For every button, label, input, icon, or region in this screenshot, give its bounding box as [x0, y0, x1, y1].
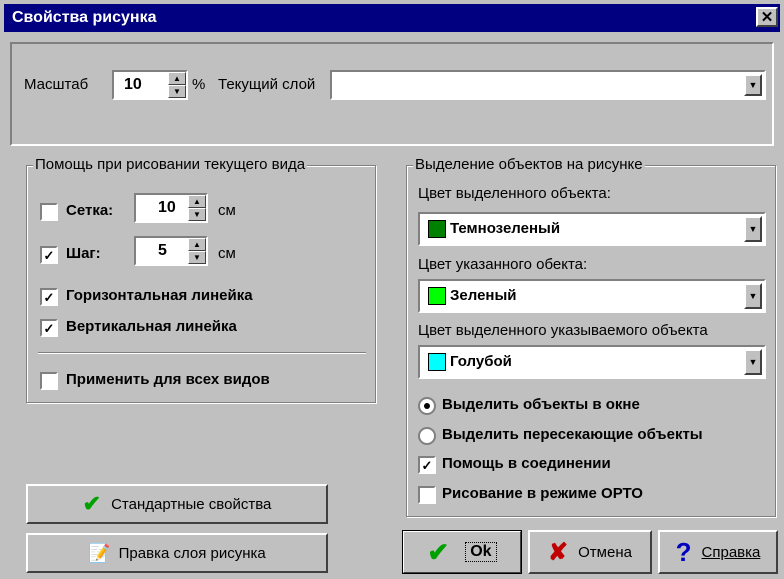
check-icon: ✔ — [427, 536, 450, 567]
chevron-down-icon[interactable]: ▼ — [744, 283, 762, 309]
radio-dot — [424, 403, 430, 409]
dialog-window: Свойства рисунка ✕ Масштаб 10 ▲ ▼ % Теку… — [0, 0, 784, 579]
scale-spin[interactable]: ▲ ▼ — [168, 72, 186, 98]
selpoint-color-label: Цвет выделенного указываемого объекта — [418, 322, 708, 339]
step-checkbox[interactable]: ✓ — [40, 246, 58, 264]
point-color-select[interactable]: Зеленый ▼ — [418, 279, 766, 313]
layer-select[interactable]: ▼ — [330, 70, 766, 100]
spin-up-icon[interactable]: ▲ — [188, 195, 206, 208]
spin-down-icon[interactable]: ▼ — [168, 85, 186, 98]
question-icon: ? — [675, 536, 692, 567]
defaults-button[interactable]: ✔ Стандартные свойства — [26, 484, 328, 524]
hruler-label: Горизонтальная линейка — [66, 287, 253, 304]
scale-unit: % — [192, 76, 206, 93]
selection-group-title: Выделение объектов на рисунке — [413, 156, 645, 173]
grid-spin[interactable]: ▲ ▼ — [188, 195, 206, 221]
check-mark-icon: ✓ — [43, 289, 55, 305]
radio-window[interactable] — [418, 397, 436, 415]
help-button-label: Справка — [701, 543, 761, 561]
radio-cross-label: Выделить пересекающие объекты — [442, 426, 703, 443]
selpoint-color-name: Голубой — [450, 353, 512, 370]
scale-label: Масштаб — [24, 76, 89, 93]
close-icon: ✕ — [760, 9, 774, 26]
selpoint-color-select[interactable]: Голубой ▼ — [418, 345, 766, 379]
selpoint-color-value: Голубой — [428, 353, 512, 372]
step-unit: см — [218, 245, 236, 262]
grid-stepper[interactable]: 10 ▲ ▼ — [134, 193, 208, 223]
cancel-button[interactable]: ✘ Отмена — [528, 530, 652, 574]
sel-color-name: Темнозеленый — [450, 220, 561, 237]
spin-up-icon[interactable]: ▲ — [188, 238, 206, 251]
sel-color-label: Цвет выделенного объекта: — [418, 185, 611, 202]
color-swatch — [428, 287, 446, 306]
step-spin[interactable]: ▲ ▼ — [188, 238, 206, 264]
point-color-label: Цвет указанного обекта: — [418, 256, 588, 273]
ortho-label: Рисование в режиме ОРТО — [442, 485, 643, 502]
grid-label: Сетка: — [66, 202, 114, 219]
step-label: Шаг: — [66, 245, 101, 262]
check-mark-icon: ✓ — [43, 247, 55, 263]
step-value: 5 — [158, 242, 167, 259]
grid-checkbox[interactable] — [40, 203, 58, 221]
vruler-checkbox[interactable]: ✓ — [40, 319, 58, 337]
document-edit-icon: 📝 — [88, 542, 111, 563]
scale-stepper[interactable]: 10 ▲ ▼ — [112, 70, 188, 100]
spin-down-icon[interactable]: ▼ — [188, 251, 206, 264]
hruler-checkbox[interactable]: ✓ — [40, 288, 58, 306]
color-swatch — [428, 353, 446, 372]
step-stepper[interactable]: 5 ▲ ▼ — [134, 236, 208, 266]
cancel-button-label: Отмена — [578, 543, 632, 561]
color-swatch — [428, 220, 446, 239]
sel-color-select[interactable]: Темнозеленый ▼ — [418, 212, 766, 246]
defaults-button-label: Стандартные свойства — [111, 495, 272, 513]
ok-button[interactable]: ✔ Ok — [402, 530, 522, 574]
edit-layer-button[interactable]: 📝 Правка слоя рисунка — [26, 533, 328, 573]
radio-window-label: Выделить объекты в окне — [442, 396, 640, 413]
grid-unit: см — [218, 202, 236, 219]
ok-button-label: Ok — [465, 542, 497, 562]
chevron-down-icon[interactable]: ▼ — [744, 349, 762, 375]
grid-value: 10 — [158, 199, 176, 216]
point-color-value: Зеленый — [428, 287, 517, 306]
check-icon: ✔ — [82, 491, 102, 516]
edit-layer-button-label: Правка слоя рисунка — [118, 544, 266, 562]
connect-help-label: Помощь в соединении — [442, 455, 611, 472]
close-button[interactable]: ✕ — [756, 7, 778, 27]
apply-all-checkbox[interactable] — [40, 372, 58, 390]
help-group-title: Помощь при рисовании текущего вида — [33, 156, 308, 173]
vruler-label: Вертикальная линейка — [66, 318, 237, 335]
spin-down-icon[interactable]: ▼ — [188, 208, 206, 221]
divider — [38, 352, 366, 354]
point-color-name: Зеленый — [450, 287, 517, 304]
scale-value: 10 — [124, 76, 142, 93]
sel-color-value: Темнозеленый — [428, 220, 561, 239]
check-mark-icon: ✓ — [421, 457, 433, 473]
layer-label: Текущий слой — [218, 76, 316, 93]
connect-help-checkbox[interactable]: ✓ — [418, 456, 436, 474]
window-title: Свойства рисунка — [12, 9, 157, 26]
ortho-checkbox[interactable] — [418, 486, 436, 504]
check-mark-icon: ✓ — [43, 320, 55, 336]
chevron-down-icon[interactable]: ▼ — [744, 216, 762, 242]
apply-all-label: Применить для всех видов — [66, 371, 270, 388]
help-button[interactable]: ? Справка — [658, 530, 778, 574]
title-bar[interactable]: Свойства рисунка ✕ — [4, 4, 780, 32]
radio-cross[interactable] — [418, 427, 436, 445]
cross-icon: ✘ — [548, 538, 569, 566]
spin-up-icon[interactable]: ▲ — [168, 72, 186, 85]
chevron-down-icon[interactable]: ▼ — [744, 74, 762, 96]
